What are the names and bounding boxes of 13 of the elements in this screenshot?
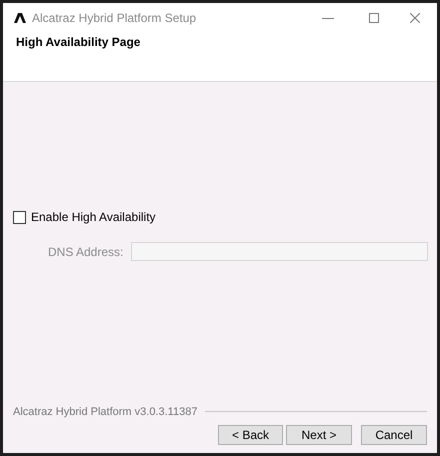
next-button[interactable]: Next > <box>286 425 352 445</box>
checkbox-label[interactable]: Enable High Availability <box>31 208 156 226</box>
close-icon[interactable] <box>410 13 420 23</box>
window-title: Alcatraz Hybrid Platform Setup <box>32 10 196 27</box>
dns-address-field[interactable] <box>131 242 428 261</box>
version-text: Alcatraz Hybrid Platform v3.0.3.11387 <box>13 404 198 420</box>
maximize-icon[interactable] <box>369 13 379 23</box>
logo-icon <box>14 13 26 23</box>
checkbox[interactable] <box>13 210 26 224</box>
dns-address-label: DNS Address: <box>48 244 124 260</box>
back-button[interactable]: < Back <box>218 425 283 445</box>
cancel-button[interactable]: Cancel <box>361 425 427 445</box>
page-title: High Availability Page <box>15 34 140 51</box>
